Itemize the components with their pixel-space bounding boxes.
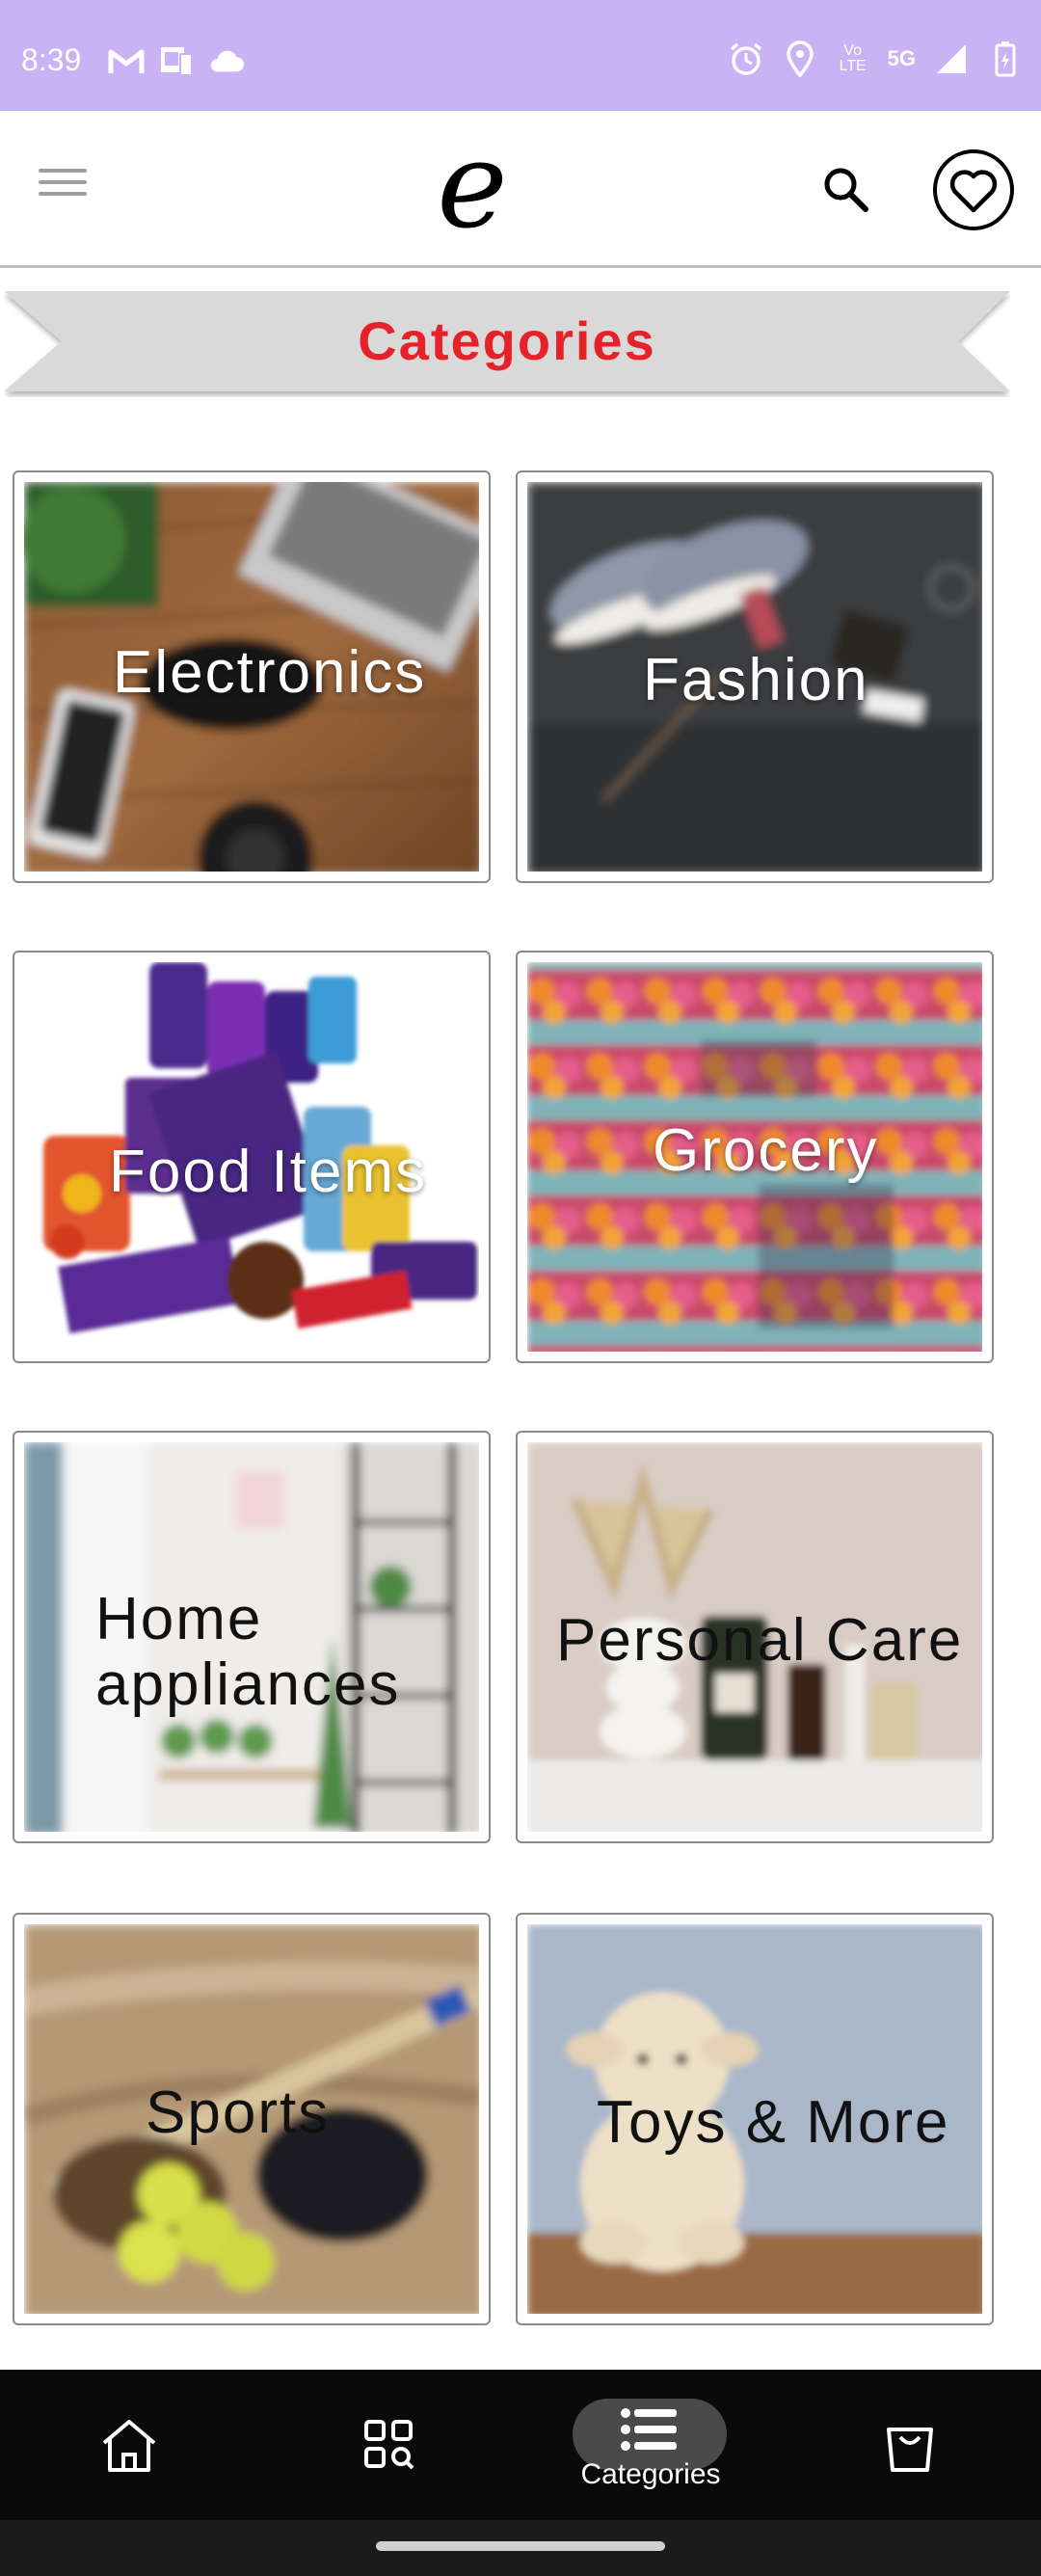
- gmail-icon: [108, 44, 145, 77]
- grocery-image: Grocery: [527, 962, 982, 1352]
- app-header: e: [0, 111, 1041, 268]
- menu-button[interactable]: [39, 169, 96, 207]
- category-card-electronics[interactable]: Electronics: [13, 470, 491, 883]
- page-title: Categories: [358, 310, 656, 371]
- nav-categories-label[interactable]: Categories: [540, 2458, 761, 2491]
- volte-icon: Vo LTE: [839, 42, 867, 74]
- alarm-icon: [728, 42, 764, 75]
- heart-icon: [949, 170, 998, 213]
- home-appliances-image: Home appliances: [24, 1442, 479, 1832]
- system-gesture-bar: [0, 2520, 1041, 2576]
- category-card-toys-and-more[interactable]: Toys & More: [516, 1913, 994, 2325]
- hamburger-line: [39, 180, 87, 184]
- category-card-fashion[interactable]: Fashion: [516, 470, 994, 883]
- category-label: Toys & More: [597, 2089, 950, 2156]
- app-logo[interactable]: e: [414, 126, 530, 246]
- location-icon: [782, 40, 818, 77]
- categories-banner: Categories: [4, 291, 1010, 397]
- toys-image: Toys & More: [527, 1924, 982, 2314]
- nav-categories[interactable]: [563, 2370, 736, 2466]
- status-right-icons: Vo LTE 5G: [728, 40, 1024, 77]
- category-card-home-appliances[interactable]: Home appliances: [13, 1431, 491, 1843]
- status-bar: 8:39 Vo LTE 5G: [0, 0, 1041, 111]
- category-card-personal-care[interactable]: Personal Care: [516, 1431, 994, 1843]
- nav-home[interactable]: [42, 2370, 216, 2520]
- signal-icon: [933, 42, 970, 75]
- category-label: Fashion: [643, 647, 869, 713]
- category-label: Food Items: [109, 1139, 428, 1205]
- category-label: Grocery: [653, 1117, 879, 1184]
- wishlist-button[interactable]: [933, 149, 1014, 230]
- home-icon: [102, 2420, 156, 2472]
- category-label: Home appliances: [95, 1586, 401, 1718]
- category-label: Electronics: [113, 639, 427, 706]
- search-button[interactable]: [817, 161, 875, 219]
- fashion-image: Fashion: [527, 482, 982, 872]
- electronics-image: Electronics: [24, 482, 479, 872]
- nav-cart[interactable]: [823, 2370, 997, 2520]
- grid-search-icon: [364, 2420, 414, 2470]
- hamburger-line: [39, 192, 87, 196]
- status-left-icons: [108, 44, 245, 77]
- nav-browse[interactable]: [303, 2370, 476, 2520]
- gesture-handle[interactable]: [376, 2541, 665, 2551]
- battery-icon: [987, 41, 1024, 77]
- category-card-sports[interactable]: Sports: [13, 1913, 491, 2325]
- status-time: 8:39: [21, 42, 82, 77]
- sports-image: Sports: [24, 1924, 479, 2314]
- cloud-icon: [208, 44, 245, 77]
- 5g-icon: 5G: [887, 46, 916, 70]
- bottom-navigation: Categories: [0, 2370, 1041, 2520]
- device-icon: [158, 44, 195, 77]
- hamburger-icon: [39, 169, 87, 173]
- list-icon: [621, 2408, 677, 2451]
- search-icon: [824, 168, 868, 212]
- shopping-bag-icon: [887, 2428, 933, 2472]
- category-label: Sports: [146, 2080, 331, 2146]
- personal-care-image: Personal Care: [527, 1442, 982, 1832]
- category-card-food-items[interactable]: Food Items: [13, 951, 491, 1363]
- food-items-image: Food Items: [24, 962, 479, 1352]
- category-card-grocery[interactable]: Grocery: [516, 951, 994, 1363]
- category-label: Personal Care: [556, 1607, 964, 1674]
